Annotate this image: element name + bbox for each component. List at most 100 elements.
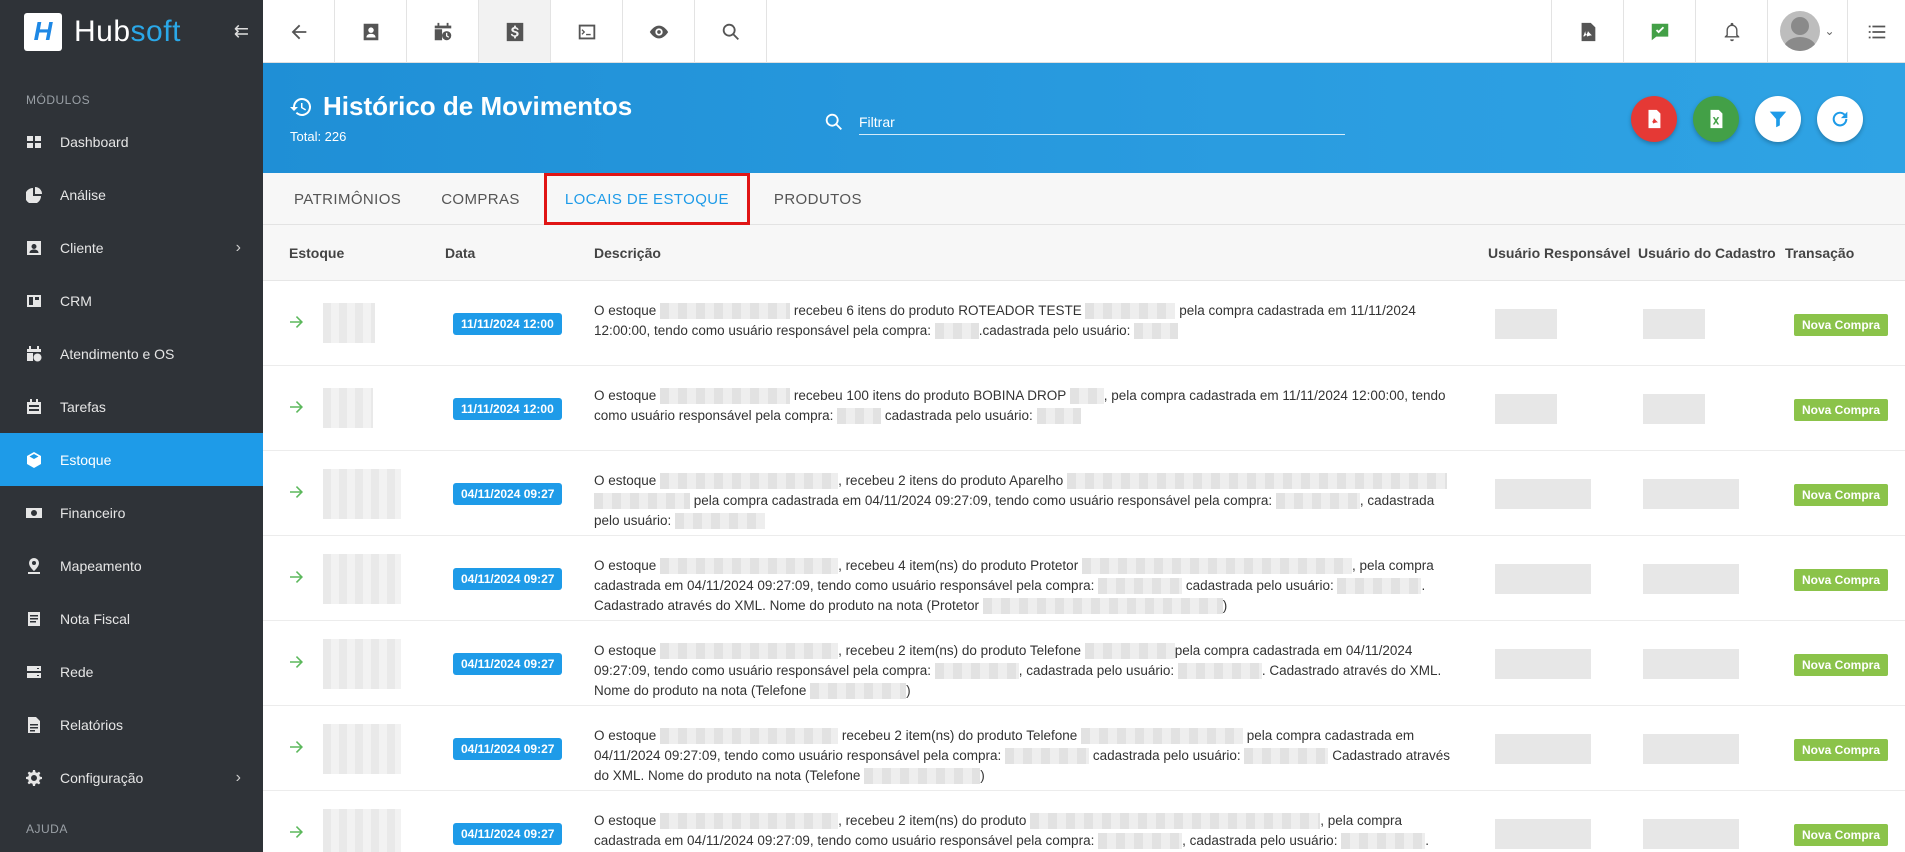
user-menu[interactable]: ⌄ xyxy=(1767,0,1847,62)
sidebar: H Hubsoft ⇇ MÓDULOS Dashboard Análise Cl… xyxy=(0,0,263,852)
sidebar-item-configuracao[interactable]: Configuração › xyxy=(0,751,263,804)
title-row: Histórico de Movimentos xyxy=(289,91,632,122)
report-icon xyxy=(26,716,42,733)
table-row[interactable]: 04/11/2024 09:27 O estoque recebeu 2 ite… xyxy=(263,706,1905,791)
pdf-docs-button[interactable] xyxy=(1551,0,1623,63)
monitor-button[interactable] xyxy=(623,0,695,63)
dashboard-icon xyxy=(26,134,42,150)
sidebar-item-label: Análise xyxy=(60,186,106,203)
sidebar-item-mapeamento[interactable]: Mapeamento xyxy=(0,539,263,592)
sidebar-item-crm[interactable]: CRM xyxy=(0,274,263,327)
arrow-right-icon[interactable] xyxy=(289,654,305,670)
tab-compras[interactable]: COMPRAS xyxy=(421,173,540,225)
header-actions xyxy=(1631,96,1863,142)
excel-file-icon xyxy=(1710,109,1723,129)
schedule-button[interactable] xyxy=(407,0,479,63)
map-pin-icon xyxy=(26,557,42,574)
column-usuario-cadastro[interactable]: Usuário do Cadastro xyxy=(1638,245,1776,261)
brand-name-soft: soft xyxy=(130,14,181,48)
filter-button[interactable] xyxy=(1755,96,1801,142)
redacted-stock xyxy=(323,724,401,774)
redacted-stock xyxy=(323,809,401,852)
description: O estoque recebeu 2 item(ns) do produto … xyxy=(594,726,1462,786)
tab-produtos[interactable]: PRODUTOS xyxy=(754,173,882,225)
tab-locais-de-estoque[interactable]: LOCAIS DE ESTOQUE xyxy=(543,173,750,225)
redacted-user-register xyxy=(1643,394,1705,424)
sidebar-item-dashboard[interactable]: Dashboard xyxy=(0,115,263,168)
brand: H Hubsoft ⇇ xyxy=(0,0,263,63)
sidebar-item-cliente[interactable]: Cliente › xyxy=(0,221,263,274)
column-usuario-responsavel[interactable]: Usuário Responsável xyxy=(1488,245,1630,261)
sidebar-item-atendimento[interactable]: Atendimento e OS xyxy=(0,327,263,380)
back-button[interactable] xyxy=(263,0,335,63)
tab-patrimonios[interactable]: PATRIMÔNIOS xyxy=(263,173,421,225)
menu-list-button[interactable] xyxy=(1847,0,1905,63)
redacted-user-register xyxy=(1643,479,1739,509)
filter-input[interactable] xyxy=(859,109,1345,135)
desc-text: , recebeu 2 item(ns) do produto xyxy=(838,813,1027,828)
table-row[interactable]: 04/11/2024 09:27 O estoque , recebeu 4 i… xyxy=(263,536,1905,621)
crm-icon xyxy=(26,293,42,309)
search-button[interactable] xyxy=(695,0,767,63)
history-icon xyxy=(290,97,312,116)
notifications-button[interactable] xyxy=(1695,0,1767,63)
sidebar-item-label: Configuração xyxy=(60,769,144,786)
table-row[interactable]: 04/11/2024 09:27 O estoque , recebeu 2 i… xyxy=(263,621,1905,706)
desc-text: O estoque xyxy=(594,388,657,403)
date-badge: 04/11/2024 09:27 xyxy=(453,653,563,675)
column-data[interactable]: Data xyxy=(445,245,475,261)
table-row[interactable]: 11/11/2024 12:00 O estoque recebeu 6 ite… xyxy=(263,281,1905,366)
arrow-right-icon[interactable] xyxy=(289,569,305,585)
column-estoque[interactable]: Estoque xyxy=(289,245,344,261)
arrow-right-icon[interactable] xyxy=(289,314,305,330)
filter-area xyxy=(823,109,1345,135)
redacted-stock xyxy=(323,639,401,689)
sidebar-item-rede[interactable]: Rede xyxy=(0,645,263,698)
arrow-right-icon[interactable] xyxy=(289,824,305,840)
column-transacao[interactable]: Transação xyxy=(1785,245,1854,261)
sidebar-item-relatorios[interactable]: Relatórios xyxy=(0,698,263,751)
section-help: AJUDA xyxy=(26,822,68,836)
sidebar-item-financeiro[interactable]: Financeiro xyxy=(0,486,263,539)
arrow-right-icon[interactable] xyxy=(289,484,305,500)
hubsoft-logo-icon[interactable]: H xyxy=(24,12,62,51)
sidebar-item-tarefas[interactable]: Tarefas xyxy=(0,380,263,433)
desc-text: O estoque xyxy=(594,303,657,318)
funnel-icon xyxy=(1769,111,1787,128)
eye-icon xyxy=(649,25,668,38)
table-row[interactable]: 04/11/2024 09:27 O estoque , recebeu 2 i… xyxy=(263,791,1905,852)
finance-button[interactable] xyxy=(479,0,551,63)
description: O estoque , recebeu 4 item(ns) do produt… xyxy=(594,556,1462,616)
sidebar-item-label: Mapeamento xyxy=(60,557,142,574)
transaction-badge: Nova Compra xyxy=(1794,399,1889,421)
tasks-check-button[interactable] xyxy=(1623,0,1695,63)
arrow-right-icon[interactable] xyxy=(289,739,305,755)
desc-text: , recebeu 2 itens do produto Aparelho xyxy=(838,473,1064,488)
desc-text: O estoque xyxy=(594,643,657,658)
desc-text: O estoque xyxy=(594,728,657,743)
desc-text: ) xyxy=(1222,598,1228,613)
chevron-down-icon: ⌄ xyxy=(1824,24,1835,38)
collapse-sidebar-icon[interactable]: ⇇ xyxy=(234,21,249,42)
terminal-button[interactable] xyxy=(551,0,623,63)
table-row[interactable]: 11/11/2024 12:00 O estoque recebeu 100 i… xyxy=(263,366,1905,451)
calendar-clock-icon xyxy=(26,345,42,362)
column-descricao[interactable]: Descrição xyxy=(594,245,661,261)
export-excel-button[interactable] xyxy=(1693,96,1739,142)
arrow-left-icon xyxy=(291,24,306,39)
sidebar-item-analise[interactable]: Análise xyxy=(0,168,263,221)
gear-icon xyxy=(26,769,42,786)
contact-card-icon xyxy=(26,240,42,256)
arrow-right-icon[interactable] xyxy=(289,399,305,415)
export-pdf-button[interactable] xyxy=(1631,96,1677,142)
table-row[interactable]: 04/11/2024 09:27 O estoque , recebeu 2 i… xyxy=(263,451,1905,536)
page-title: Histórico de Movimentos xyxy=(323,91,633,121)
date-badge: 04/11/2024 09:27 xyxy=(453,738,563,760)
description: O estoque , recebeu 2 item(ns) do produt… xyxy=(594,811,1462,852)
date-badge: 11/11/2024 12:00 xyxy=(453,313,562,335)
sidebar-item-nota-fiscal[interactable]: Nota Fiscal xyxy=(0,592,263,645)
refresh-button[interactable] xyxy=(1817,96,1863,142)
clients-button[interactable] xyxy=(335,0,407,63)
sidebar-item-estoque[interactable]: Estoque xyxy=(0,433,263,486)
